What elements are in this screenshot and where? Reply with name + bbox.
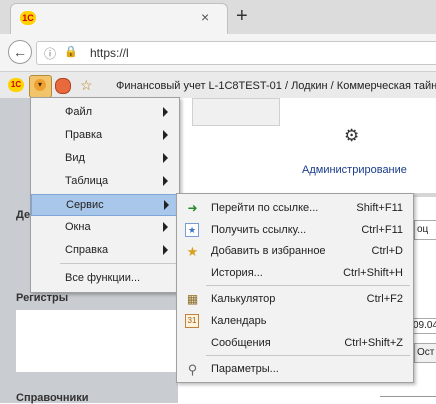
- submenu-arrow-icon: [163, 153, 168, 163]
- star-icon[interactable]: ☆: [80, 77, 93, 94]
- menu-item-windows[interactable]: Окна: [31, 217, 177, 239]
- gear-icon[interactable]: ⚙: [344, 126, 359, 146]
- submenu-item-label: История...: [211, 267, 263, 279]
- submenu-item-label: Календарь: [211, 315, 267, 327]
- add-favorite-icon: ★: [186, 244, 199, 259]
- calculator-icon: ▦: [186, 292, 199, 306]
- browser-tab[interactable]: [10, 3, 228, 35]
- app-title: Финансовый учет L-1C8TEST-01 / Лодкин / …: [116, 80, 436, 92]
- submenu-item-settings[interactable]: ⚲ Параметры...: [177, 359, 411, 381]
- menu-item-file[interactable]: Файл: [31, 102, 177, 124]
- submenu-item-calculator[interactable]: ▦ Калькулятор Ctrl+F2: [177, 289, 411, 311]
- menu-item-label: Таблица: [65, 175, 109, 187]
- submenu-item-history[interactable]: История... Ctrl+Shift+H: [177, 263, 411, 285]
- submenu-arrow-icon: [163, 176, 168, 186]
- url-text[interactable]: https://l: [90, 46, 129, 60]
- get-link-icon: ★: [185, 223, 199, 237]
- submenu-item-messages[interactable]: Сообщения Ctrl+Shift+Z: [177, 333, 411, 355]
- menu-item-label: Файл: [65, 106, 93, 118]
- tab-favicon-text: 1С: [22, 13, 34, 23]
- submenu-item-label: Калькулятор: [211, 293, 276, 305]
- submenu-item-label: Получить ссылку...: [211, 224, 307, 236]
- sidebar-reference-heading[interactable]: Справочники: [16, 392, 89, 404]
- submenu-arrow-icon: [164, 200, 169, 210]
- menu-item-service[interactable]: Сервис: [31, 194, 179, 216]
- menu-item-edit[interactable]: Правка: [31, 125, 177, 147]
- submenu-item-go-to-link[interactable]: ➜ Перейти по ссылке... Shift+F11: [177, 198, 411, 220]
- go-to-link-icon: ➜: [187, 201, 198, 215]
- menu-item-label: Справка: [65, 244, 109, 256]
- submenu-item-calendar[interactable]: 31 Календарь: [177, 311, 411, 333]
- submenu-arrow-icon: [163, 130, 168, 140]
- tab-close-icon[interactable]: ×: [201, 9, 209, 25]
- menu-item-label: Все функции...: [65, 272, 141, 284]
- content-button[interactable]: Ост: [414, 343, 436, 363]
- shortcut-label: Ctrl+F2: [366, 293, 403, 305]
- submenu-item-label: Сообщения: [211, 337, 271, 349]
- administration-link[interactable]: Администрирование: [302, 164, 407, 176]
- submenu-arrow-icon: [163, 245, 168, 255]
- submenu-item-label: Добавить в избранное: [211, 245, 326, 257]
- sidebar-registers-panel: [16, 310, 176, 372]
- settings-icon: ⚲: [187, 362, 198, 377]
- tab-favicon-1c-icon: 1С: [20, 11, 36, 25]
- submenu-arrow-icon: [163, 222, 168, 232]
- menu-item-all-functions[interactable]: Все функции...: [31, 268, 177, 290]
- divider-line: [380, 396, 436, 397]
- menu-item-table[interactable]: Таблица: [31, 171, 177, 193]
- menu-item-help[interactable]: Справка: [31, 240, 177, 262]
- calendar-icon: 31: [185, 314, 199, 328]
- menu-item-view[interactable]: Вид: [31, 148, 177, 170]
- back-arrow-icon[interactable]: ←: [8, 40, 32, 64]
- menu-separator: [60, 263, 176, 264]
- sidebar-registers-heading[interactable]: Регистры: [16, 292, 68, 304]
- submenu-arrow-icon: [163, 107, 168, 117]
- shortcut-label: Ctrl+D: [371, 245, 403, 257]
- content-field[interactable]: оц: [414, 220, 436, 240]
- app-logo-icon: 1С: [8, 78, 24, 92]
- submenu-item-get-link[interactable]: ★ Получить ссылку... Ctrl+F11: [177, 220, 411, 242]
- submenu-item-label: Перейти по ссылке...: [211, 202, 319, 214]
- menu-item-label: Правка: [65, 129, 103, 141]
- submenu-separator: [206, 355, 410, 356]
- chevron-down-icon: ▾: [34, 79, 46, 91]
- lock-icon: 🔒: [64, 46, 78, 58]
- new-tab-icon[interactable]: +: [236, 5, 248, 28]
- shortcut-label: Ctrl+F11: [361, 224, 403, 236]
- submenu-item-add-favorite[interactable]: ★ Добавить в избранное Ctrl+D: [177, 241, 411, 263]
- menu-item-label: Вид: [65, 152, 85, 164]
- submenu-separator: [206, 285, 410, 286]
- sidebar-label-partial: Де: [16, 209, 31, 221]
- info-icon[interactable]: ⓘ: [44, 45, 56, 62]
- submenu-item-label: Параметры...: [211, 363, 279, 375]
- section-tab-header[interactable]: [192, 98, 280, 126]
- menu-item-label: Окна: [65, 221, 91, 233]
- history-button-icon[interactable]: [55, 78, 71, 94]
- menu-item-label: Сервис: [66, 199, 104, 211]
- shortcut-label: Ctrl+Shift+Z: [344, 337, 403, 349]
- shortcut-label: Shift+F11: [356, 202, 403, 214]
- shortcut-label: Ctrl+Shift+H: [343, 267, 403, 279]
